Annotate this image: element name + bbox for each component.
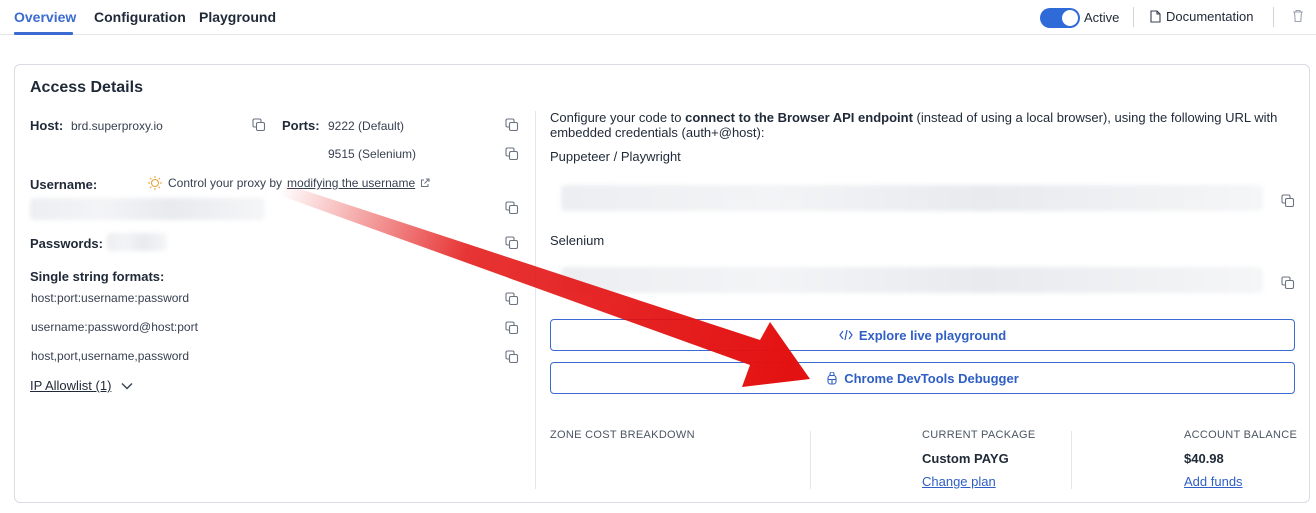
copy-icon[interactable] xyxy=(505,350,519,364)
ports-label: Ports: xyxy=(282,118,320,133)
selenium-url-redacted xyxy=(561,267,1263,293)
documentation-label: Documentation xyxy=(1166,9,1254,24)
explore-playground-label: Explore live playground xyxy=(858,327,1007,343)
copy-icon[interactable] xyxy=(252,118,266,132)
puppeteer-label: Puppeteer / Playwright xyxy=(550,149,681,164)
document-icon xyxy=(1150,10,1161,23)
username-hint-text: Control your proxy by xyxy=(168,176,283,190)
access-details-title: Access Details xyxy=(30,79,143,96)
endpoint-intro-bold: connect to the Browser API endpoint xyxy=(685,110,913,125)
code-icon xyxy=(839,329,853,341)
selenium-label: Selenium xyxy=(550,233,605,248)
column-divider xyxy=(535,111,536,489)
endpoint-intro-prefix: Configure your code to xyxy=(550,110,682,125)
puppeteer-url-redacted xyxy=(561,185,1263,211)
stats-divider xyxy=(1071,431,1072,489)
endpoint-intro: Configure your code to connect to the Br… xyxy=(550,110,1290,140)
tab-overview[interactable]: Overview xyxy=(14,9,76,25)
account-balance-label: ACCOUNT BALANCE xyxy=(1184,429,1298,441)
format-item: username:password@host:port xyxy=(31,320,198,334)
chevron-down-icon xyxy=(121,382,133,389)
password-value-redacted xyxy=(107,233,167,251)
trash-icon[interactable] xyxy=(1292,9,1304,28)
copy-icon[interactable] xyxy=(505,201,519,215)
active-toggle[interactable] xyxy=(1040,8,1080,28)
top-navigation: Overview Configuration Playground Active… xyxy=(0,0,1316,35)
host-label: Host: xyxy=(30,118,64,133)
ip-allowlist-toggle[interactable]: IP Allowlist (1) xyxy=(30,378,133,393)
explore-playground-button[interactable]: Explore live playground xyxy=(550,319,1295,351)
current-package-label: CURRENT PACKAGE xyxy=(922,429,1036,441)
copy-icon[interactable] xyxy=(505,292,519,306)
host-value: brd.superproxy.io xyxy=(71,119,163,133)
tab-playground[interactable]: Playground xyxy=(199,9,276,25)
access-details-card: Access Details Host: brd.superproxy.io P… xyxy=(14,64,1310,503)
format-item: host,port,username,password xyxy=(31,349,190,363)
add-funds-link[interactable]: Add funds xyxy=(1184,474,1243,489)
account-balance-value: $40.98 xyxy=(1184,451,1224,466)
copy-icon[interactable] xyxy=(505,118,519,132)
toggle-knob xyxy=(1062,10,1078,26)
username-hint: Control your proxy by modifying the user… xyxy=(147,175,430,191)
copy-icon[interactable] xyxy=(505,236,519,250)
passwords-label: Passwords: xyxy=(30,236,103,251)
copy-icon[interactable] xyxy=(1281,276,1295,290)
username-label: Username: xyxy=(30,177,98,192)
formats-label: Single string formats: xyxy=(30,269,165,284)
modify-username-link[interactable]: modifying the username xyxy=(287,176,415,190)
active-tab-indicator xyxy=(14,32,73,35)
zone-cost-label: ZONE COST BREAKDOWN xyxy=(550,429,695,441)
header-divider xyxy=(1273,7,1274,27)
current-package-value: Custom PAYG xyxy=(922,451,1009,466)
port-selenium: 9515 (Selenium) xyxy=(328,147,417,161)
debugger-icon xyxy=(827,371,837,385)
active-toggle-label: Active xyxy=(1084,10,1120,25)
header-divider xyxy=(1133,7,1134,27)
copy-icon[interactable] xyxy=(505,147,519,161)
documentation-link[interactable]: Documentation xyxy=(1150,9,1253,24)
stats-divider xyxy=(810,431,811,489)
copy-icon[interactable] xyxy=(505,321,519,335)
devtools-debugger-button[interactable]: Chrome DevTools Debugger xyxy=(550,362,1295,394)
ip-allowlist-label: IP Allowlist (1) xyxy=(30,378,112,393)
change-plan-link[interactable]: Change plan xyxy=(922,474,996,489)
tab-configuration[interactable]: Configuration xyxy=(94,9,186,25)
devtools-debugger-label: Chrome DevTools Debugger xyxy=(844,370,1019,386)
bulb-icon xyxy=(148,176,162,190)
copy-icon[interactable] xyxy=(1281,194,1295,208)
external-link-icon xyxy=(421,178,430,187)
format-item: host:port:username:password xyxy=(31,291,190,305)
username-value-redacted xyxy=(30,198,265,220)
port-default: 9222 (Default) xyxy=(328,119,405,133)
